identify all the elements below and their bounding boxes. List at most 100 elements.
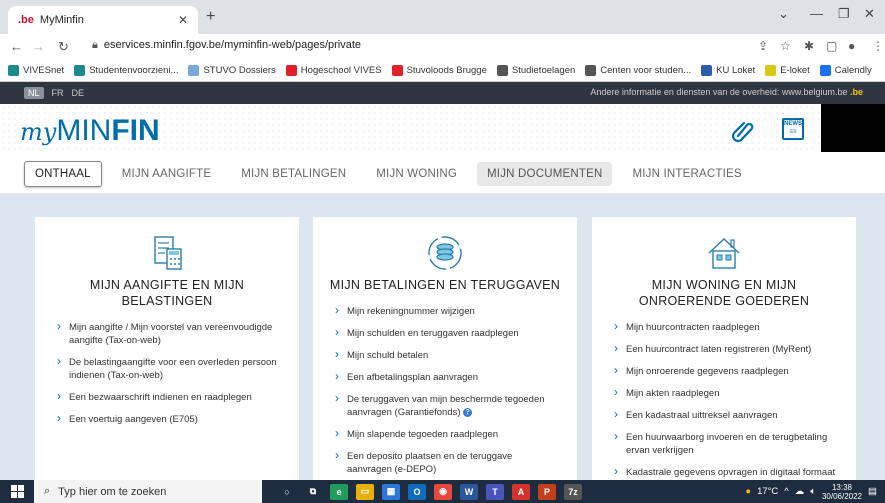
paperclip-icon[interactable]	[730, 118, 756, 144]
card-link[interactable]: Een voertuig aangeven (E705)	[57, 412, 279, 426]
bookmark-item[interactable]: KU Loket	[701, 65, 755, 76]
network-icon[interactable]: ☁	[795, 486, 805, 497]
forward-icon[interactable]: →	[32, 39, 45, 54]
task-view-icon[interactable]: ⧉	[304, 484, 322, 500]
card-link[interactable]: Mijn onroerende gegevens raadplegen	[614, 364, 836, 378]
belgium-logo-icon: .be	[849, 87, 863, 97]
bookmark-favicon-icon	[285, 65, 297, 76]
tray-chevron-icon[interactable]: ^	[784, 486, 788, 497]
nav-item[interactable]: MIJN AANGIFTE	[112, 162, 222, 186]
minimize-icon[interactable]: —	[810, 6, 823, 21]
bookmark-item[interactable]: Centen voor studen...	[585, 65, 691, 76]
chevron-down-icon[interactable]: ⌄	[778, 6, 789, 22]
url-field[interactable]: 🔒︎ eservices.minfin.fgov.be/myminfin-web/…	[92, 39, 361, 52]
bookmark-favicon-icon	[188, 65, 200, 76]
profile-icon[interactable]: ●	[848, 39, 855, 53]
card-link[interactable]: Een kadastraal uittreksel aanvragen	[614, 408, 836, 422]
lang-de[interactable]: DE	[72, 88, 85, 98]
card-link[interactable]: Mijn huurcontracten raadplegen	[614, 320, 836, 334]
powerpoint-icon[interactable]: P	[538, 483, 556, 500]
browser-tab[interactable]: .be MyMinfin ✕	[8, 6, 198, 34]
restore-icon[interactable]: ❐	[838, 6, 850, 22]
card-title: MIJN AANGIFTE EN MIJN BELASTINGEN	[89, 278, 245, 308]
bookmark-item[interactable]: Stuvoloods Brugge	[391, 65, 487, 76]
word-icon[interactable]: W	[460, 483, 478, 500]
card-link[interactable]: Een afbetalingsplan aanvragen	[335, 370, 557, 384]
card-link[interactable]: Een deposito plaatsen en de teruggave aa…	[335, 449, 557, 476]
close-window-icon[interactable]: ✕	[864, 6, 875, 22]
bookmark-label: Hogeschool VIVES	[300, 65, 382, 76]
nav-item[interactable]: MIJN WONING	[366, 162, 467, 186]
outlook-icon[interactable]: O	[408, 483, 426, 500]
card-link[interactable]: Kadastrale gegevens opvragen in digitaal…	[614, 465, 836, 479]
sidepanel-icon[interactable]: ▢	[826, 39, 837, 53]
edge-icon[interactable]: e	[330, 483, 348, 500]
bookmark-item[interactable]: Studietoelagen	[496, 65, 575, 76]
clock[interactable]: 13:38 30/06/2022	[822, 483, 862, 501]
start-button[interactable]	[0, 480, 34, 503]
nav-item[interactable]: MIJN INTERACTIES	[622, 162, 751, 186]
card-link[interactable]: Mijn aangifte / Mijn voorstel van vereen…	[57, 320, 279, 347]
card-link[interactable]: Een huurwaarborg invoeren en de terugbet…	[614, 430, 836, 457]
card-link-text: Mijn huurcontracten raadplegen	[626, 322, 760, 333]
reload-icon[interactable]: ↻	[58, 39, 69, 55]
card-link-text: De belastingaangifte voor een overleden …	[69, 357, 277, 381]
card-link[interactable]: Een bezwaarschrift indienen en raadplege…	[57, 390, 279, 404]
bookmark-item[interactable]: Studentenvoorzieni...	[74, 65, 178, 76]
card-title: MIJN BETALINGEN EN TERUGGAVEN	[329, 278, 561, 292]
close-tab-icon[interactable]: ✕	[178, 13, 188, 27]
file-explorer-icon[interactable]: ▭	[356, 483, 374, 500]
weather-icon[interactable]: ●	[745, 486, 751, 497]
card-link-text: Mijn slapende tegoeden raadplegen	[347, 429, 499, 440]
nav-item[interactable]: MIJN BETALINGEN	[231, 162, 356, 186]
notifications-icon[interactable]: ▤	[868, 486, 877, 497]
browser-tab-bar: .be MyMinfin ✕ + ⌄ — ❐ ✕	[0, 0, 885, 34]
taskbar-search[interactable]: ⌕ Typ hier om te zoeken	[34, 480, 262, 503]
teams-icon[interactable]: T	[486, 483, 504, 500]
taskbar-apps: ○ ⧉ e ▭ ▦ O ◉ W T A P 7z	[278, 483, 582, 500]
card-aangifte: MIJN AANGIFTE EN MIJN BELASTINGEN Mijn a…	[35, 217, 299, 497]
weather-temp[interactable]: 17°C	[757, 486, 778, 497]
share-icon[interactable]: ⇪	[758, 39, 768, 53]
card-link[interactable]: Een huurcontract laten registreren (MyRe…	[614, 342, 836, 356]
bookmark-item[interactable]: E-loket	[765, 65, 810, 76]
lang-nl[interactable]: NL	[24, 87, 44, 99]
system-tray: ● 17°C ^ ☁ 🔈︎ 13:38 30/06/2022 ▤	[745, 480, 877, 503]
card-link-text: Een voertuig aangeven (E705)	[69, 414, 198, 425]
menu-icon[interactable]: ⋮	[872, 39, 884, 53]
card-link[interactable]: De teruggaven van mijn beschermde tegoed…	[335, 392, 557, 419]
star-icon[interactable]: ☆	[780, 39, 791, 53]
news-icon[interactable]: NEWS ≡≡	[782, 118, 804, 140]
extensions-icon[interactable]: ✱	[804, 39, 814, 53]
card-link-text: De teruggaven van mijn beschermde tegoed…	[347, 394, 545, 418]
acrobat-icon[interactable]: A	[512, 483, 530, 500]
card-link-text: Mijn rekeningnummer wijzigen	[347, 306, 475, 317]
coins-icon	[428, 236, 462, 270]
store-icon[interactable]: ▦	[382, 483, 400, 500]
card-link[interactable]: Mijn akten raadplegen	[614, 386, 836, 400]
bookmark-item[interactable]: Hogeschool VIVES	[285, 65, 382, 76]
nav-item[interactable]: MIJN DOCUMENTEN	[477, 161, 613, 186]
card-link[interactable]: Mijn schuld betalen	[335, 348, 557, 362]
help-icon[interactable]: ?	[463, 407, 473, 417]
other-info-link[interactable]: Andere informatie en diensten van de ove…	[590, 87, 863, 97]
card-link[interactable]: Mijn rekeningnummer wijzigen	[335, 304, 557, 318]
card-link[interactable]: De belastingaangifte voor een overleden …	[57, 355, 279, 382]
speaker-icon[interactable]: 🔈︎	[810, 486, 816, 497]
new-tab-icon[interactable]: +	[206, 8, 215, 26]
app-icon[interactable]: 7z	[564, 483, 582, 500]
clock-date: 30/06/2022	[821, 491, 863, 501]
back-icon[interactable]: ←	[10, 39, 23, 54]
card-link[interactable]: Mijn slapende tegoeden raadplegen	[335, 427, 557, 441]
bookmark-item[interactable]: Calendly	[819, 65, 872, 76]
bookmark-favicon-icon	[74, 65, 86, 76]
be-favicon-icon: .be	[18, 14, 34, 26]
bookmark-item[interactable]: VIVESnet	[8, 65, 64, 76]
bookmark-item[interactable]: STUVO Dossiers	[188, 65, 276, 76]
nav-item[interactable]: ONTHAAL	[24, 160, 102, 187]
chrome-icon[interactable]: ◉	[434, 483, 452, 500]
lang-fr[interactable]: FR	[52, 88, 64, 98]
card-link[interactable]: Mijn schulden en teruggaven raadplegen	[335, 326, 557, 340]
cortana-icon[interactable]: ○	[278, 484, 296, 500]
myminfin-logo[interactable]: myMINFIN	[20, 114, 160, 148]
